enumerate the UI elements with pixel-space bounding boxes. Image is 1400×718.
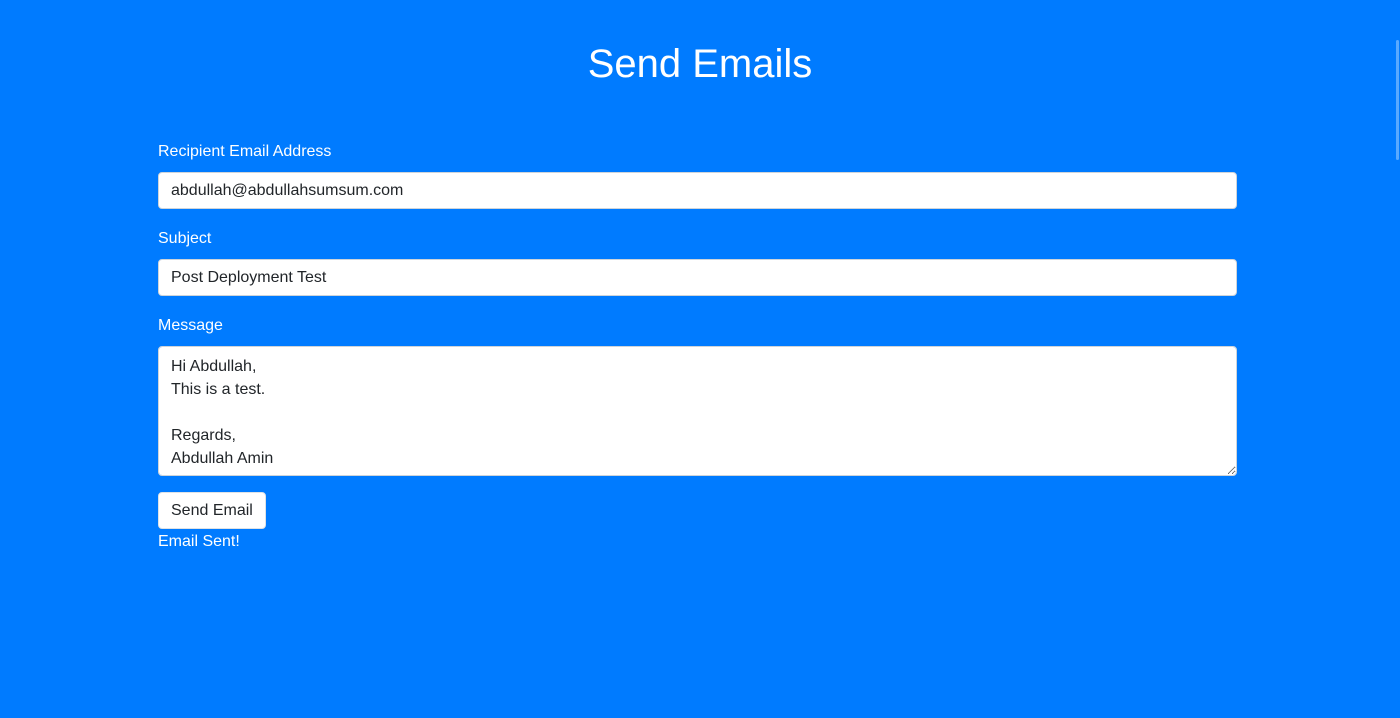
message-textarea[interactable]: Hi Abdullah, This is a test. Regards, Ab… <box>158 346 1237 476</box>
page-title: Send Emails <box>587 42 813 86</box>
scrollbar[interactable] <box>1396 0 1400 718</box>
recipient-email-input[interactable] <box>158 172 1237 209</box>
scrollbar-thumb[interactable] <box>1396 40 1399 160</box>
page: Send Emails Recipient Email Address Subj… <box>0 0 1400 718</box>
recipient-label: Recipient Email Address <box>158 143 332 160</box>
message-group: Message Hi Abdullah, This is a test. Reg… <box>158 314 1237 476</box>
recipient-group: Recipient Email Address <box>158 140 1237 209</box>
message-label: Message <box>158 317 223 334</box>
send-email-form: Recipient Email Address Subject Message … <box>158 140 1237 553</box>
send-email-button[interactable]: Send Email <box>158 492 266 529</box>
subject-group: Subject <box>158 227 1237 296</box>
subject-input[interactable] <box>158 259 1237 296</box>
status-message: Email Sent! <box>158 533 240 550</box>
subject-label: Subject <box>158 230 212 247</box>
